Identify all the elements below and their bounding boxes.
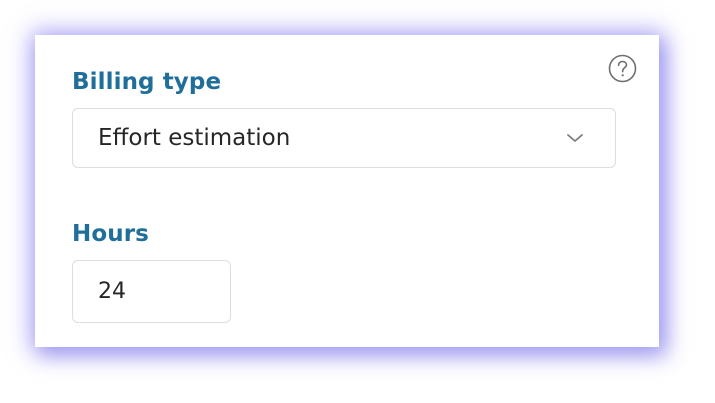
billing-type-select[interactable]: Effort estimation bbox=[72, 108, 616, 168]
hours-input[interactable] bbox=[72, 260, 231, 323]
billing-type-value: Effort estimation bbox=[98, 125, 291, 151]
billing-type-label: Billing type bbox=[72, 69, 222, 95]
chevron-down-icon bbox=[566, 130, 584, 146]
help-icon[interactable] bbox=[608, 54, 637, 83]
hours-label: Hours bbox=[72, 221, 149, 247]
billing-panel: Billing type Effort estimation Hours bbox=[35, 35, 659, 347]
